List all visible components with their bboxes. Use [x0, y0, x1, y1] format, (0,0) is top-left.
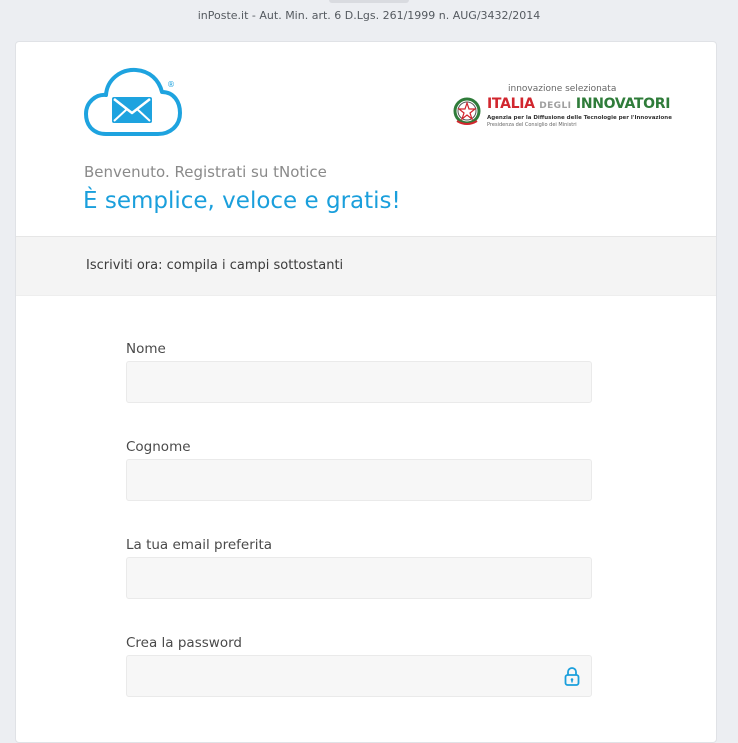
- cognome-label: Cognome: [126, 439, 191, 455]
- nome-input[interactable]: [126, 361, 592, 403]
- innovation-caption: innovazione selezionata: [508, 84, 617, 94]
- signup-card: ® innovazione selezionata ITALIA DEGLI I…: [15, 41, 717, 743]
- innovation-presidency: Presidenza del Consiglio dei Ministri: [487, 122, 577, 128]
- card-header: ® innovazione selezionata ITALIA DEGLI I…: [16, 42, 716, 237]
- tagline: È semplice, veloce e gratis!: [83, 188, 401, 214]
- nome-label: Nome: [126, 341, 166, 357]
- signup-instructions: Iscriviti ora: compila i campi sottostan…: [86, 258, 344, 273]
- signup-instructions-bar: Iscriviti ora: compila i campi sottostan…: [16, 237, 716, 296]
- welcome-text: Benvenuto. Registrati su tNotice: [84, 163, 327, 181]
- email-input[interactable]: [126, 557, 592, 599]
- innovation-title-degli: DEGLI: [539, 101, 572, 111]
- email-label: La tua email preferita: [126, 537, 273, 553]
- lock-icon: [564, 667, 580, 686]
- innovation-title: ITALIA DEGLI INNOVATORI: [487, 96, 670, 112]
- cognome-input[interactable]: [126, 459, 592, 501]
- registered-mark: ®: [167, 80, 175, 89]
- innovation-badge: innovazione selezionata ITALIA DEGLI INN…: [452, 84, 672, 134]
- password-label: Crea la password: [126, 635, 242, 651]
- password-input[interactable]: [126, 655, 592, 697]
- authorization-notice: inPoste.it - Aut. Min. art. 6 D.Lgs. 261…: [197, 9, 541, 22]
- italian-republic-emblem-icon: [453, 97, 481, 125]
- innovation-title-innovatori: INNOVATORI: [575, 96, 671, 112]
- top-tab: [329, 0, 409, 3]
- cloud-mail-icon: [84, 67, 182, 136]
- innovation-agency: Agenzia per la Diffusione delle Tecnolog…: [487, 115, 672, 121]
- innovation-title-italia: ITALIA: [487, 96, 535, 112]
